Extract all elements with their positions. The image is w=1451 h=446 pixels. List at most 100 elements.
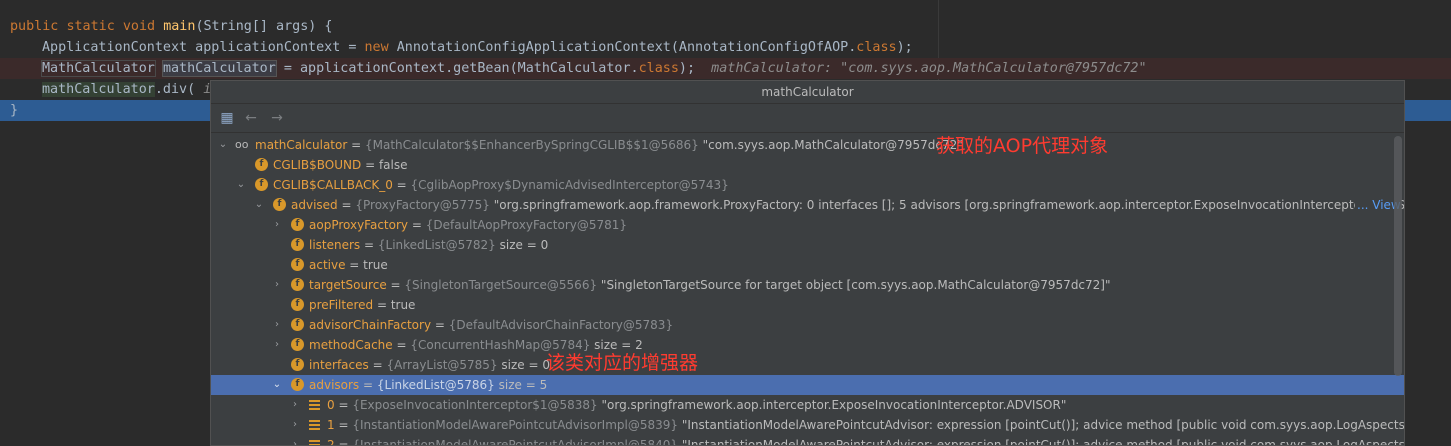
variable-value: size = 0 (497, 358, 550, 372)
popup-title: mathCalculator (211, 81, 1404, 104)
chevron-down-icon[interactable]: ⌄ (271, 375, 283, 395)
chevron-right-icon[interactable]: › (271, 275, 283, 295)
code-line-3[interactable]: MathCalculator mathCalculator = applicat… (41, 58, 1147, 79)
field-icon: f (291, 338, 304, 351)
variable-inspect-popup[interactable]: mathCalculator ▦ ← → ⌄ oo mathCalculator… (210, 80, 1405, 446)
tree-row-listeners[interactable]: f listeners = {LinkedList@5782} size = 0 (211, 235, 1404, 255)
list-element-icon (309, 400, 320, 410)
variable-name: advised (291, 198, 338, 212)
variable-name[interactable]: mathCalculator (161, 60, 277, 77)
variable-value: true (363, 258, 388, 272)
keyword: class (638, 61, 679, 76)
chevron-right-icon[interactable]: › (289, 395, 301, 415)
variable-type: {ArrayList@5785} (386, 358, 498, 372)
variables-tree[interactable]: ⌄ oo mathCalculator = {MathCalculator$$E… (211, 133, 1404, 446)
chevron-down-icon[interactable]: ⌄ (217, 135, 229, 155)
variable-type: {CglibAopProxy$DynamicAdvisedInterceptor… (410, 178, 729, 192)
popup-toolbar: ▦ ← → (211, 104, 1404, 133)
field-icon: f (291, 258, 304, 271)
inline-value-hint: mathCalculator: "com.syys.aop.MathCalcul… (711, 61, 1147, 76)
variable-name: mathCalculator (255, 138, 348, 152)
variable-name: methodCache (309, 338, 393, 352)
field-icon: f (255, 158, 268, 171)
variable-type: {DefaultAopProxyFactory@5781} (425, 218, 628, 232)
tree-row-advisor-2[interactable]: › 2 = {InstantiationModelAwarePointcutAd… (211, 435, 1404, 446)
tree-row-advisor-1[interactable]: › 1 = {InstantiationModelAwarePointcutAd… (211, 415, 1404, 435)
chevron-right-icon[interactable]: › (271, 335, 283, 355)
type-name: MathCalculator (41, 60, 156, 77)
watch-glasses-icon: oo (235, 138, 249, 151)
tree-row-cglib-bound[interactable]: f CGLIB$BOUND = false (211, 155, 1404, 175)
variable-value: "SingletonTargetSource for target object… (600, 278, 1111, 292)
code-text: } (10, 103, 19, 118)
variable-name: targetSource (309, 278, 387, 292)
variable-name: advisors (309, 378, 360, 392)
variable-value: size = 0 (495, 238, 549, 252)
chevron-right-icon[interactable]: › (289, 415, 301, 435)
variable-name: aopProxyFactory (309, 218, 409, 232)
chevron-right-icon[interactable]: › (289, 435, 301, 445)
variable-value: "com.syys.aop.MathCalculator@7957dc72" (702, 138, 963, 152)
variable-type: {InstantiationModelAwarePointcutAdvisorI… (352, 438, 679, 446)
tree-row-prefiltered[interactable]: f preFiltered = true (211, 295, 1404, 315)
variable-name[interactable]: mathCalculator (42, 82, 155, 97)
code-text: AnnotationConfigApplicationContext(Annot… (388, 40, 857, 55)
list-element-icon (309, 420, 320, 430)
tree-row-interfaces[interactable]: f interfaces = {ArrayList@5785} size = 0 (211, 355, 1404, 375)
tree-row-advisor-0[interactable]: › 0 = {ExposeInvocationInterceptor$1@583… (211, 395, 1404, 415)
variable-name: advisorChainFactory (309, 318, 432, 332)
tree-row-mathcalculator[interactable]: ⌄ oo mathCalculator = {MathCalculator$$E… (211, 135, 1404, 155)
annotation-proxy-object: 获取的AOP代理对象 (936, 135, 1109, 157)
chevron-right-icon[interactable]: › (271, 215, 283, 235)
vertical-scrollbar[interactable] (1394, 136, 1402, 445)
variable-name: preFiltered (309, 298, 374, 312)
tree-row-aopproxyfactory[interactable]: › f aopProxyFactory = {DefaultAopProxyFa… (211, 215, 1404, 235)
method-name: main (163, 19, 196, 34)
variable-name: 2 (327, 438, 335, 446)
tree-row-active[interactable]: f active = true (211, 255, 1404, 275)
variable-value: true (390, 298, 416, 312)
tree-row-methodcache[interactable]: › f methodCache = {ConcurrentHashMap@578… (211, 335, 1404, 355)
keyword: public (10, 19, 59, 34)
keyword: static (66, 19, 115, 34)
tree-row-advisorchainfactory[interactable]: › f advisorChainFactory = {DefaultAdviso… (211, 315, 1404, 335)
variable-type: {LinkedList@5786} (376, 378, 495, 392)
variable-name: interfaces (309, 358, 369, 372)
code-text: ApplicationContext applicationContext = (42, 40, 365, 55)
keyword: void (122, 19, 156, 34)
code-line-5[interactable]: } (10, 100, 18, 121)
arrow-left-icon[interactable]: ← (243, 110, 259, 126)
code-line-1[interactable]: public static void main(String[] args) { (10, 16, 333, 37)
field-icon: f (255, 178, 268, 191)
code-line-2[interactable]: ApplicationContext applicationContext = … (42, 37, 913, 58)
variable-value: "InstantiationModelAwarePointcutAdvisor:… (681, 418, 1404, 432)
variable-type: {ExposeInvocationInterceptor$1@5838} (352, 398, 598, 412)
chevron-down-icon[interactable]: ⌄ (235, 175, 247, 195)
tree-row-advisors[interactable]: ⌄ f advisors = {LinkedList@5786} size = … (211, 375, 1404, 395)
scrollbar-thumb[interactable] (1394, 136, 1402, 376)
variable-name: CGLIB$CALLBACK_0 (273, 178, 393, 192)
tree-row-advised[interactable]: ⌄ f advised = {ProxyFactory@5775} "org.s… (211, 195, 1404, 215)
variable-type: {ProxyFactory@5775} (355, 198, 490, 212)
variable-value: "org.springframework.aop.framework.Proxy… (493, 198, 1404, 212)
variable-value: "org.springframework.aop.interceptor.Exp… (601, 398, 1067, 412)
variable-type: {InstantiationModelAwarePointcutAdvisorI… (352, 418, 679, 432)
chevron-right-icon[interactable]: › (271, 315, 283, 335)
field-icon: f (291, 358, 304, 371)
chevron-down-icon[interactable]: ⌄ (253, 195, 265, 215)
object-tree-icon[interactable]: ▦ (219, 110, 235, 126)
tree-row-targetsource[interactable]: › f targetSource = {SingletonTargetSourc… (211, 275, 1404, 295)
code-line-4[interactable]: mathCalculator.div( i: (42, 79, 219, 100)
annotation-advisors: 该类对应的增强器 (546, 352, 699, 374)
variable-value: size = 5 (494, 378, 548, 392)
field-icon: f (291, 318, 304, 331)
variable-name: 0 (327, 398, 335, 412)
variable-type: {SingletonTargetSource@5566} (404, 278, 598, 292)
field-icon: f (291, 298, 304, 311)
field-icon: f (291, 238, 304, 251)
field-lock-icon: f (273, 198, 286, 211)
variable-value: false (378, 158, 408, 172)
code-text: = applicationContext.getBean(MathCalcula… (275, 61, 639, 76)
tree-row-cglib-callback[interactable]: ⌄ f CGLIB$CALLBACK_0 = {CglibAopProxy$Dy… (211, 175, 1404, 195)
arrow-right-icon[interactable]: → (269, 110, 285, 126)
